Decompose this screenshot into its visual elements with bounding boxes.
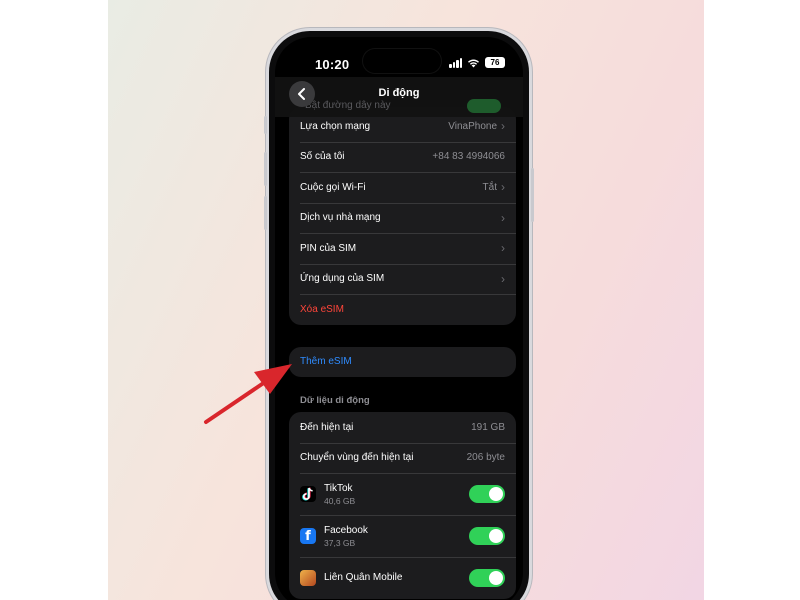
app-data-usage: 37,3 GB [324, 537, 356, 548]
phone-frame: 10:20 76 Bật đường dây này Di động Lựa c… [264, 28, 534, 600]
row-label: Đến hiện tại [300, 421, 354, 433]
row-value: Tắt [482, 181, 497, 193]
app-row-tiktok: TikTok 40,6 GB [289, 473, 516, 515]
status-icons: 76 [449, 57, 505, 68]
carrier-services-row[interactable]: Dịch vụ nhà mạng › [289, 202, 516, 234]
dynamic-island [363, 49, 441, 73]
add-esim-group: Thêm eSIM [289, 346, 516, 378]
row-label: Chuyển vùng đến hiện tại [300, 452, 414, 464]
settings-content: Lựa chọn mạng VinaPhone › Số của tôi +84 … [289, 107, 516, 599]
power-button [531, 168, 534, 222]
phone-screen: 10:20 76 Bật đường dây này Di động Lựa c… [275, 37, 523, 600]
row-value: +84 83 4994066 [432, 151, 505, 163]
sim-applications-row[interactable]: Ứng dụng của SIM › [289, 263, 516, 295]
lien-quan-data-toggle[interactable] [469, 569, 505, 587]
add-esim-button[interactable]: Thêm eSIM [289, 347, 516, 378]
app-row-facebook: f Facebook 37,3 GB [289, 515, 516, 557]
lien-quan-icon [300, 570, 316, 586]
page-title: Di động [378, 87, 420, 99]
chevron-right-icon: › [501, 241, 505, 256]
status-bar: 10:20 76 [275, 37, 523, 77]
add-esim-label: Thêm eSIM [300, 356, 352, 368]
row-label: Ứng dụng của SIM [300, 273, 385, 285]
roaming-row: Chuyển vùng đến hiện tại 206 byte [289, 442, 516, 474]
action-button [264, 116, 267, 134]
hidden-row-toggle [467, 99, 501, 113]
app-name: Facebook [324, 524, 368, 536]
sim-settings-group: Lựa chọn mạng VinaPhone › Số của tôi +84 … [289, 107, 516, 325]
chevron-right-icon: › [501, 271, 505, 286]
app-row-lien-quan: Liên Quân Mobile [289, 557, 516, 599]
chevron-right-icon: › [501, 210, 505, 225]
row-label: Lựa chọn mạng [300, 120, 371, 132]
chevron-right-icon: › [501, 119, 505, 134]
wifi-calling-row[interactable]: Cuộc gọi Wi-Fi Tắt › [289, 172, 516, 203]
mobile-data-header: Dữ liệu di động [300, 395, 370, 406]
wifi-icon [468, 59, 479, 67]
row-label: Dịch vụ nhà mạng [300, 212, 381, 224]
hidden-row-label: Bật đường dây này [305, 100, 391, 111]
row-value: 191 GB [471, 421, 505, 433]
row-label: Số của tôi [300, 151, 345, 163]
chevron-right-icon: › [501, 180, 505, 195]
my-number-row[interactable]: Số của tôi +84 83 4994066 [289, 141, 516, 173]
row-label: PIN của SIM [300, 242, 357, 254]
volume-up-button [264, 152, 267, 186]
sim-pin-row[interactable]: PIN của SIM › [289, 233, 516, 264]
cellular-signal-icon [449, 57, 462, 68]
navigation-bar: Bật đường dây này Di động [275, 77, 523, 117]
delete-esim-label: Xóa eSIM [300, 303, 344, 315]
app-data-usage: 40,6 GB [324, 495, 356, 506]
row-value: 206 byte [466, 452, 505, 464]
facebook-icon: f [300, 528, 316, 544]
app-name: Liên Quân Mobile [324, 571, 403, 583]
battery-icon: 76 [485, 57, 505, 68]
status-time: 10:20 [315, 57, 350, 72]
tiktok-data-toggle[interactable] [469, 485, 505, 503]
delete-esim-button[interactable]: Xóa eSIM [289, 294, 516, 325]
row-label: Cuộc gọi Wi-Fi [300, 181, 366, 193]
current-period-row: Đến hiện tại 191 GB [289, 412, 516, 443]
row-value: VinaPhone [448, 120, 497, 132]
mobile-data-group: Đến hiện tại 191 GB Chuyển vùng đến hiện… [289, 412, 516, 599]
app-name: TikTok [324, 482, 353, 494]
volume-down-button [264, 196, 267, 230]
tiktok-icon [300, 486, 316, 502]
facebook-data-toggle[interactable] [469, 527, 505, 545]
